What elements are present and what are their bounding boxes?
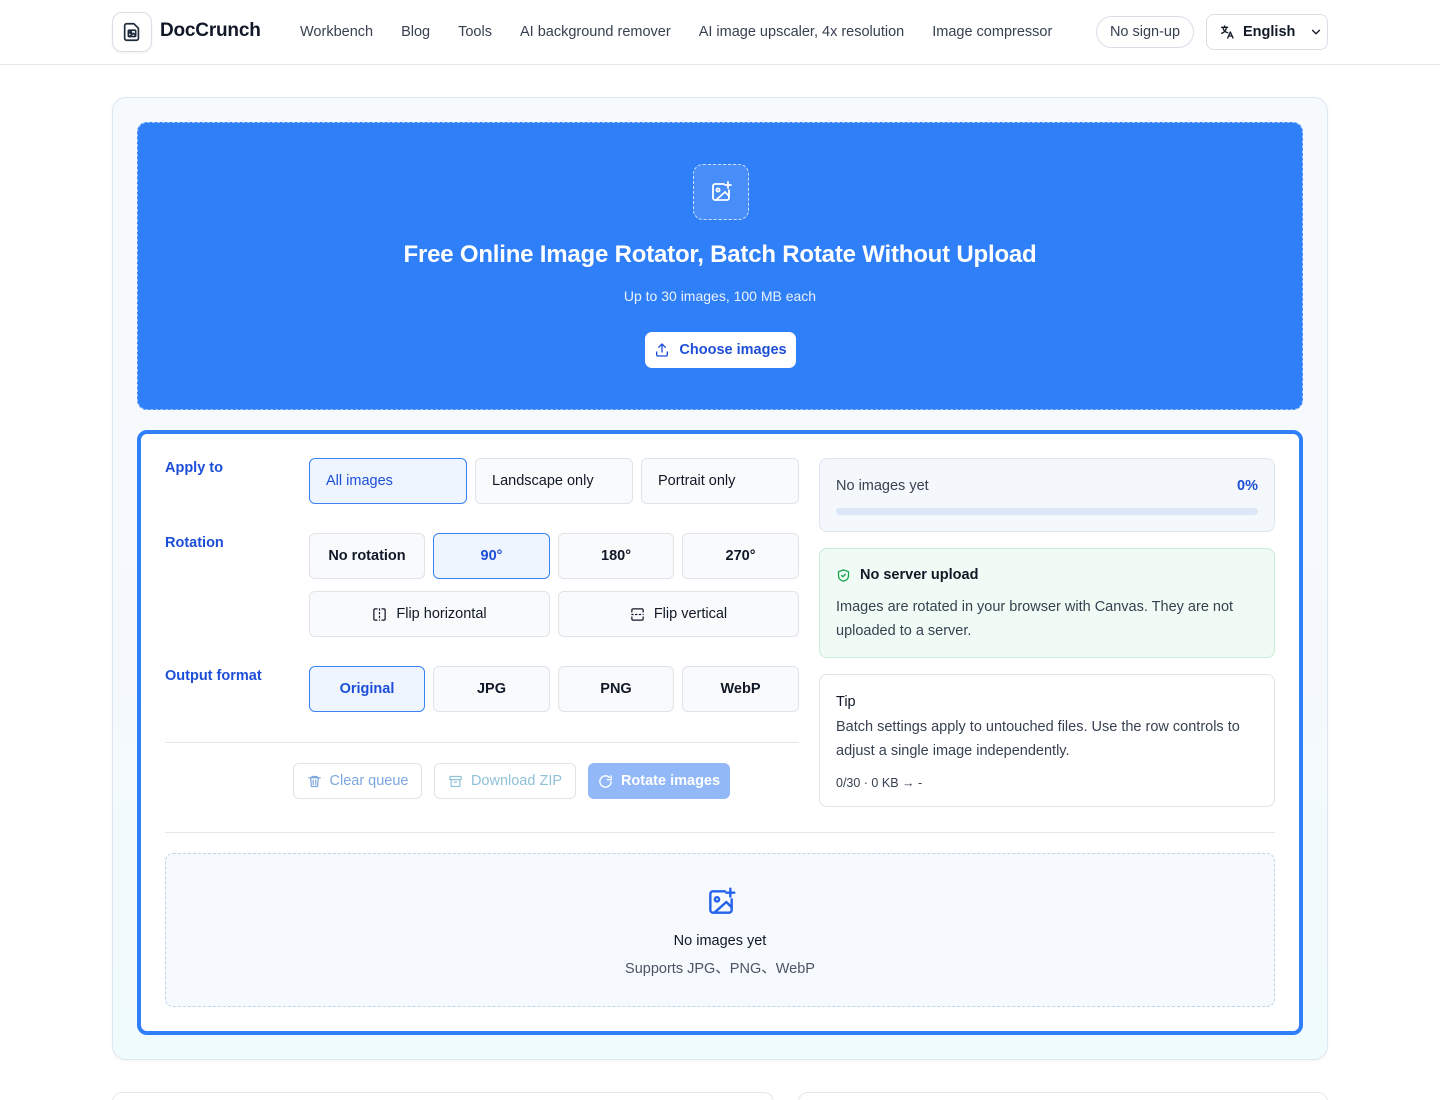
tip-card: Tip Batch settings apply to untouched fi… bbox=[819, 674, 1275, 807]
queue-divider bbox=[165, 832, 1275, 833]
download-zip-label: Download ZIP bbox=[470, 773, 563, 789]
language-selector[interactable]: English bbox=[1206, 14, 1328, 50]
nav-item-workbench[interactable]: Workbench bbox=[300, 23, 373, 41]
rotate-images-label: Rotate images bbox=[620, 773, 721, 789]
rotation-90-option[interactable]: 90° bbox=[433, 533, 550, 579]
tip-title: Tip bbox=[836, 694, 856, 710]
brand-name[interactable]: DocCrunch bbox=[160, 20, 261, 42]
trash-icon bbox=[307, 774, 322, 789]
queue-stats: 0/30 · 0 KB → - bbox=[836, 776, 923, 790]
format-original-option[interactable]: Original bbox=[309, 666, 425, 712]
page-title: Free Online Image Rotator, Batch Rotate … bbox=[403, 241, 1037, 268]
privacy-note-body: Images are rotated in your browser with … bbox=[836, 599, 1234, 639]
apply-landscape-option[interactable]: Landscape only bbox=[475, 458, 633, 504]
progress-percent: 0% bbox=[1237, 478, 1258, 494]
rotation-none-option[interactable]: No rotation bbox=[309, 533, 425, 579]
flip-vertical-button[interactable]: Flip vertical bbox=[558, 591, 799, 637]
chevron-down-icon bbox=[1309, 25, 1323, 39]
flip-horizontal-icon bbox=[372, 607, 387, 622]
choose-images-button[interactable]: Choose images bbox=[645, 332, 796, 368]
translate-icon bbox=[1219, 24, 1235, 40]
language-label: English bbox=[1243, 24, 1296, 40]
no-signup-badge: No sign-up bbox=[1096, 16, 1194, 48]
empty-queue-formats: Supports JPG、PNG、WebP bbox=[625, 961, 815, 977]
top-header: DocCrunch Workbench Blog Tools AI backgr… bbox=[0, 0, 1440, 65]
tip-body: Batch settings apply to untouched files.… bbox=[836, 719, 1240, 759]
info-card-right bbox=[798, 1092, 1328, 1100]
settings-divider bbox=[165, 742, 799, 743]
format-jpg-option[interactable]: JPG bbox=[433, 666, 550, 712]
document-image-icon bbox=[123, 22, 140, 42]
nav-item-image-compressor[interactable]: Image compressor bbox=[932, 23, 1052, 41]
info-card-left bbox=[112, 1092, 774, 1100]
apply-portrait-option[interactable]: Portrait only bbox=[641, 458, 799, 504]
flip-horizontal-button[interactable]: Flip horizontal bbox=[309, 591, 550, 637]
apply-all-images-option[interactable]: All images bbox=[309, 458, 467, 504]
format-png-option[interactable]: PNG bbox=[558, 666, 674, 712]
clear-queue-button[interactable]: Clear queue bbox=[293, 763, 422, 799]
upload-limits: Up to 30 images, 100 MB each bbox=[623, 288, 817, 304]
image-plus-icon bbox=[693, 164, 749, 220]
rotation-180-option[interactable]: 180° bbox=[558, 533, 674, 579]
upload-icon bbox=[654, 342, 670, 358]
image-plus-icon bbox=[704, 885, 738, 919]
nav-item-image-upscaler[interactable]: AI image upscaler, 4x resolution bbox=[699, 23, 905, 41]
progress-bar bbox=[836, 508, 1258, 515]
logo[interactable] bbox=[112, 12, 152, 52]
privacy-note: No server upload Images are rotated in y… bbox=[819, 548, 1275, 658]
progress-card: No images yet 0% bbox=[819, 458, 1275, 532]
shield-check-icon bbox=[836, 568, 851, 583]
nav-item-tools[interactable]: Tools bbox=[458, 23, 492, 41]
rotate-images-button[interactable]: Rotate images bbox=[588, 763, 730, 799]
flip-vertical-icon bbox=[630, 607, 645, 622]
clear-queue-label: Clear queue bbox=[329, 773, 409, 789]
download-zip-button[interactable]: Download ZIP bbox=[434, 763, 576, 799]
privacy-note-title: No server upload bbox=[836, 567, 978, 583]
rotation-270-option[interactable]: 270° bbox=[682, 533, 799, 579]
output-format-label: Output format bbox=[165, 668, 262, 684]
apply-to-label: Apply to bbox=[165, 460, 223, 476]
image-queue-empty[interactable]: No images yet Supports JPG、PNG、WebP bbox=[165, 853, 1275, 1007]
flip-horizontal-label: Flip horizontal bbox=[396, 606, 487, 622]
nav-item-blog[interactable]: Blog bbox=[401, 23, 430, 41]
main-nav: Workbench Blog Tools AI background remov… bbox=[300, 23, 1080, 41]
nav-item-background-remover[interactable]: AI background remover bbox=[520, 23, 671, 41]
archive-icon bbox=[448, 774, 463, 789]
rotation-label: Rotation bbox=[165, 535, 224, 551]
progress-status: No images yet bbox=[836, 478, 929, 494]
flip-vertical-label: Flip vertical bbox=[653, 606, 728, 622]
privacy-note-heading: No server upload bbox=[860, 567, 979, 583]
choose-images-label: Choose images bbox=[679, 342, 787, 358]
empty-queue-title: No images yet bbox=[673, 933, 767, 949]
upload-dropzone[interactable]: Free Online Image Rotator, Batch Rotate … bbox=[137, 122, 1303, 410]
rotate-cw-icon bbox=[598, 774, 613, 789]
format-webp-option[interactable]: WebP bbox=[682, 666, 799, 712]
